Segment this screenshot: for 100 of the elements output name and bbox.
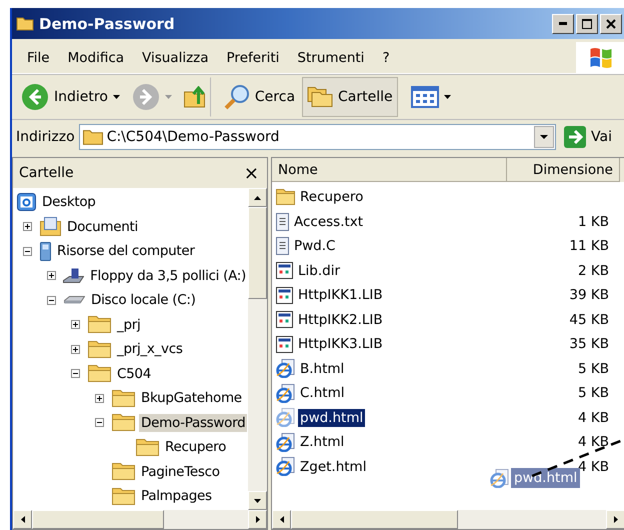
expander[interactable] xyxy=(21,220,34,234)
document-icon xyxy=(40,217,61,236)
file-name[interactable]: Recupero xyxy=(298,188,366,206)
panel-title: Cartelle xyxy=(19,165,74,181)
search-button[interactable]: Cerca xyxy=(218,77,300,117)
tree-item[interactable]: Risorse del computer xyxy=(55,242,197,260)
tree-item[interactable]: Disco locale (C:) xyxy=(89,291,198,310)
tree-item[interactable]: _prj xyxy=(115,316,142,334)
folder-icon xyxy=(82,130,103,144)
file-size: 5 KB xyxy=(578,385,609,402)
scroll-left-icon xyxy=(20,516,24,523)
column-header[interactable]: Nome xyxy=(272,158,507,182)
text-file-icon xyxy=(276,237,289,256)
window-file-icon xyxy=(276,286,293,304)
tree-item[interactable]: C504 xyxy=(115,364,153,383)
menu-item[interactable]: Preferiti xyxy=(218,50,288,66)
menu-item[interactable]: Strumenti xyxy=(288,50,374,66)
expander[interactable] xyxy=(21,244,34,258)
tree-item[interactable]: Desktop xyxy=(40,193,98,212)
menu-item[interactable]: Modifica xyxy=(58,50,134,66)
maximize-icon xyxy=(582,18,592,28)
file-name[interactable]: HttpIKK3.LIB xyxy=(296,335,385,354)
web-page-icon xyxy=(276,384,295,403)
scroll-up-icon xyxy=(254,196,261,200)
column-header[interactable]: Dimensione xyxy=(507,158,620,182)
folder-icon xyxy=(88,316,111,334)
scroll-right-icon xyxy=(614,516,618,523)
file-size: 45 KB xyxy=(569,312,609,328)
file-size: 11 KB xyxy=(569,238,609,254)
caret-icon xyxy=(112,95,120,99)
dragged-file-label: pwd.html xyxy=(511,468,580,488)
folder-icon xyxy=(88,365,111,382)
horizontal-scrollbar[interactable] xyxy=(272,510,624,529)
caret-icon xyxy=(540,135,548,139)
maximize-button[interactable] xyxy=(576,14,598,34)
search-icon xyxy=(224,84,250,110)
tree-item[interactable]: Demo-Password xyxy=(139,414,248,432)
tree-item[interactable]: PagineTesco xyxy=(139,462,222,481)
web-page-icon xyxy=(276,408,295,428)
desktop-icon xyxy=(17,193,36,212)
floppy-drive-icon xyxy=(63,268,84,284)
file-size: 4 KB xyxy=(578,458,609,475)
file-name[interactable]: Zget.html xyxy=(298,458,368,476)
web-page-icon xyxy=(276,432,295,452)
web-page-icon xyxy=(490,468,509,488)
file-name[interactable]: C.html xyxy=(298,384,346,402)
text-file-icon xyxy=(276,212,289,231)
tree-item[interactable]: Floppy da 3,5 pollici (A:) xyxy=(88,266,248,285)
dropdown-button[interactable] xyxy=(534,126,554,148)
scroll-right-icon xyxy=(256,516,260,523)
horizontal-scrollbar[interactable] xyxy=(13,510,267,529)
folder-icon xyxy=(88,340,111,358)
file-name[interactable]: HttpIKK1.LIB xyxy=(296,286,385,304)
computer-icon xyxy=(40,242,51,261)
file-name[interactable]: HttpIKK2.LIB xyxy=(296,310,385,329)
expander[interactable] xyxy=(69,342,82,356)
close-button[interactable]: × xyxy=(242,162,261,184)
file-name[interactable]: pwd.html xyxy=(298,408,366,427)
expander[interactable] xyxy=(93,416,106,430)
file-name[interactable]: Pwd.C xyxy=(292,237,338,256)
folder-up-icon xyxy=(184,86,206,108)
folders-icon xyxy=(307,87,334,107)
folders-button[interactable]: Cartelle xyxy=(302,77,398,117)
folder-icon xyxy=(16,16,34,30)
tree-item[interactable]: BkupGatehome xyxy=(139,389,244,408)
file-name[interactable]: Lib.dir xyxy=(296,262,342,280)
menu-item[interactable]: ? xyxy=(373,50,399,66)
folder-icon xyxy=(112,463,135,480)
views-icon xyxy=(410,86,439,108)
window-file-icon xyxy=(276,262,293,280)
expander[interactable] xyxy=(69,318,82,332)
minimize-button[interactable] xyxy=(552,14,574,34)
file-name[interactable]: B.html xyxy=(298,360,346,378)
expander[interactable] xyxy=(45,269,58,282)
folder-icon xyxy=(112,488,135,505)
menu-item[interactable]: Visualizza xyxy=(133,50,218,66)
menu-item[interactable]: File xyxy=(18,50,59,66)
scroll-left-icon xyxy=(280,516,284,523)
close-icon xyxy=(606,18,616,28)
window-file-icon xyxy=(276,336,293,353)
vertical-scrollbar[interactable] xyxy=(248,188,267,510)
expander[interactable] xyxy=(93,392,106,405)
expander[interactable] xyxy=(45,294,58,307)
tree-item[interactable]: _prj_x_vcs xyxy=(115,340,185,358)
tree-item[interactable]: Recupero xyxy=(163,438,228,456)
back-button[interactable]: Indietro xyxy=(16,77,125,117)
window-title: Demo-Password xyxy=(39,14,175,32)
file-size: 4 KB xyxy=(578,410,609,426)
logo-icon xyxy=(590,48,612,68)
file-name[interactable]: Z.html xyxy=(298,433,346,452)
file-name[interactable]: Access.txt xyxy=(292,212,366,231)
close-button[interactable] xyxy=(600,14,622,34)
go-button[interactable]: Vai xyxy=(560,126,622,148)
web-page-icon xyxy=(276,457,295,476)
tree-item[interactable]: Documenti xyxy=(65,218,140,236)
tree-item[interactable]: Palmpages xyxy=(139,487,214,506)
expander[interactable] xyxy=(69,367,82,380)
address-field[interactable]: C:\C504\Demo-Password xyxy=(78,124,556,150)
file-size: 5 KB xyxy=(578,360,609,377)
address-label: Indirizzo xyxy=(16,129,75,145)
